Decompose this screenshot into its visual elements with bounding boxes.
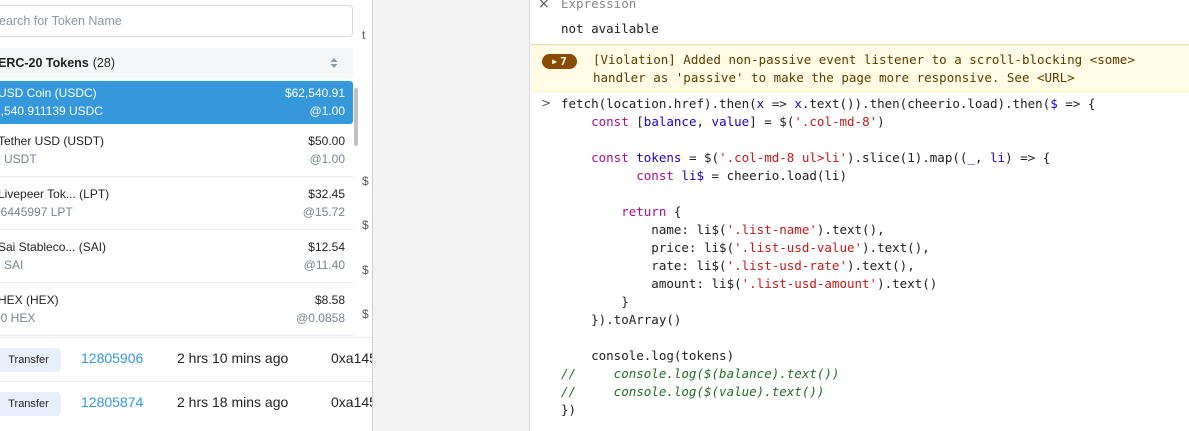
- method-badge: Transfer: [0, 348, 61, 372]
- token-search-input[interactable]: earch for Token Name: [0, 5, 353, 37]
- token-dropdown-header[interactable]: ERC-20 Tokens (28): [0, 48, 353, 78]
- token-amount: 1 SAI: [0, 258, 24, 272]
- token-header-title: ERC-20 Tokens: [0, 56, 89, 70]
- devtools-console: × Expression not available ▶ 7 [Violatio…: [531, 0, 1189, 431]
- code-line: }).toArray(): [561, 312, 682, 327]
- bg-fragment: t: [362, 28, 366, 42]
- token-header-count: (28): [92, 56, 115, 70]
- token-search-placeholder: earch for Token Name: [0, 14, 122, 28]
- code-line: console.log(tokens): [561, 348, 735, 363]
- transaction-row: Transfer 12805874 2 hrs 18 mins ago 0xa1…: [0, 381, 372, 425]
- token-amount: 2,540.911139 USDC: [0, 104, 103, 118]
- code-line: name: li$('.list-name').text(),: [561, 222, 885, 237]
- token-rate: @15.72: [302, 205, 345, 219]
- live-expression-label[interactable]: Expression: [561, 0, 636, 11]
- token-rate: @0.0858: [296, 311, 345, 325]
- token-name: USD Coin (USDC): [0, 86, 97, 100]
- code-line: const li$ = cheerio.load(li): [561, 168, 847, 183]
- sort-icon[interactable]: [329, 56, 339, 70]
- token-row-sai[interactable]: Sai Stableco... (SAI) 1 SAI $12.54 @11.4…: [0, 230, 353, 283]
- token-list-scrollbar[interactable]: [354, 88, 358, 146]
- token-name: HEX (HEX): [0, 293, 59, 307]
- code-line: // console.log($(value).text()): [561, 384, 825, 399]
- tx-age: 2 hrs 10 mins ago: [177, 350, 289, 366]
- token-usd-value: $62,540.91: [284, 86, 345, 100]
- token-row-usdt[interactable]: Tether USD (USDT) 0 USDT $50.00 @1.00: [0, 124, 353, 177]
- bg-fragment: $: [362, 218, 369, 232]
- token-rate: @11.40: [303, 258, 345, 272]
- code-line: const [balance, value] = $('.col-md-8'): [561, 114, 885, 129]
- code-line: }): [561, 402, 577, 417]
- token-list: USD Coin (USDC) 2,540.911139 USDC $62,54…: [0, 81, 353, 336]
- code-line: price: li$('.list-usd-value').text(),: [561, 240, 930, 255]
- live-expression: × Expression: [531, 0, 1189, 14]
- method-badge: Transfer: [0, 392, 61, 416]
- bg-fragment: $: [362, 307, 369, 321]
- bg-fragment: $: [362, 263, 369, 277]
- token-row-lpt[interactable]: Livepeer Tok... (LPT) 06445997 LPT $32.4…: [0, 177, 353, 230]
- close-icon[interactable]: ×: [538, 0, 550, 12]
- code-line: // console.log($(balance).text()): [561, 366, 840, 381]
- token-name: Sai Stableco... (SAI): [0, 240, 107, 254]
- violation-message: ▶ 7 [Violation] Added non-passive event …: [531, 45, 1189, 92]
- code-line: const tokens = $('.col-md-8 ul>li').slic…: [561, 150, 1051, 165]
- code-line: fetch(location.href).then(x => x.text())…: [561, 96, 1096, 111]
- code-line: rate: li$('.list-usd-rate').text(),: [561, 258, 915, 273]
- violation-text-line1: [Violation] Added non-passive event list…: [593, 52, 1135, 67]
- expand-triangle-icon: ▶: [552, 57, 558, 66]
- token-usd-value: $32.45: [308, 187, 345, 201]
- block-link[interactable]: 12805906: [81, 350, 143, 366]
- token-usd-value: $50.00: [308, 134, 345, 148]
- live-expression-value: not available: [561, 21, 659, 36]
- repeat-count-badge[interactable]: ▶ 7: [542, 54, 577, 69]
- bg-fragment: $: [362, 174, 369, 188]
- etherscan-panel: earch for Token Name ERC-20 Tokens (28) …: [0, 0, 372, 431]
- devtools-sidebar-gutter: [372, 0, 530, 431]
- tx-from-address[interactable]: 0xa145: [331, 350, 372, 366]
- token-row-hex[interactable]: HEX (HEX) 00 HEX $8.58 @0.0858: [0, 283, 353, 336]
- block-link[interactable]: 12805874: [81, 394, 143, 410]
- transaction-row: Transfer 12805906 2 hrs 10 mins ago 0xa1…: [0, 337, 372, 381]
- token-rate: @1.00: [309, 104, 345, 118]
- console-prompt-icon: >: [541, 96, 552, 110]
- token-name: Livepeer Tok... (LPT): [0, 187, 110, 201]
- token-usd-value: $12.54: [308, 240, 345, 254]
- token-usd-value: $8.58: [314, 293, 345, 307]
- repeat-count: 7: [560, 55, 567, 68]
- code-line: amount: li$('.list-usd-amount').text(): [561, 276, 938, 291]
- code-line: }: [561, 294, 629, 309]
- violation-text-line2: handler as 'passive' to make the page mo…: [593, 70, 1075, 85]
- token-row-usdc[interactable]: USD Coin (USDC) 2,540.911139 USDC $62,54…: [0, 81, 353, 124]
- tx-from-address[interactable]: 0xa145: [331, 394, 372, 410]
- tx-age: 2 hrs 18 mins ago: [177, 394, 289, 410]
- token-rate: @1.00: [309, 152, 345, 166]
- token-amount: 06445997 LPT: [0, 205, 73, 219]
- token-amount: 00 HEX: [0, 311, 36, 325]
- token-name: Tether USD (USDT): [0, 134, 105, 148]
- token-amount: 0 USDT: [0, 152, 37, 166]
- code-line: return {: [561, 204, 682, 219]
